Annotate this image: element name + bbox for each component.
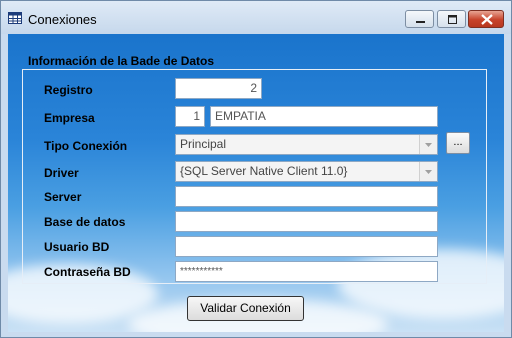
tipo-conexion-select[interactable]: Principal [175,134,438,155]
usuario-field[interactable] [175,236,438,257]
tipo-conexion-label: Tipo Conexión [44,139,128,153]
usuario-label: Usuario BD [44,240,110,254]
driver-select[interactable]: {SQL Server Native Client 11.0} [175,161,438,182]
minimize-button[interactable] [405,10,434,28]
driver-value: {SQL Server Native Client 11.0} [180,164,348,178]
password-field[interactable]: *********** [175,261,438,282]
base-datos-label: Base de datos [44,215,126,229]
base-datos-field[interactable] [175,211,438,232]
registro-field[interactable]: 2 [175,78,262,99]
browse-button[interactable]: ... [446,132,470,154]
conexiones-window: Conexiones Información de la Bade de Dat… [0,0,512,338]
form-client-area: Información de la Bade de Datos Registro… [8,34,504,332]
close-icon [481,14,493,25]
maximize-icon [448,15,457,24]
empresa-id-field[interactable]: 1 [175,106,205,127]
server-label: Server [44,190,82,204]
close-button[interactable] [468,10,504,28]
dropdown-arrow-icon[interactable] [419,135,437,154]
maximize-button[interactable] [437,10,466,28]
driver-label: Driver [44,166,79,180]
app-table-icon [8,12,22,24]
dropdown-arrow-icon[interactable] [419,162,437,181]
title-bar[interactable]: Conexiones [1,1,511,34]
password-label: Contraseña BD [44,265,131,279]
validate-connection-button[interactable]: Validar Conexión [187,296,304,321]
server-field[interactable] [175,186,438,207]
empresa-name-field[interactable]: EMPATIA [210,106,438,127]
tipo-conexion-value: Principal [180,137,227,151]
minimize-icon [416,21,425,23]
group-title: Información de la Bade de Datos [28,54,215,68]
window-title: Conexiones [28,12,97,27]
registro-label: Registro [44,83,93,97]
empresa-label: Empresa [44,111,95,125]
